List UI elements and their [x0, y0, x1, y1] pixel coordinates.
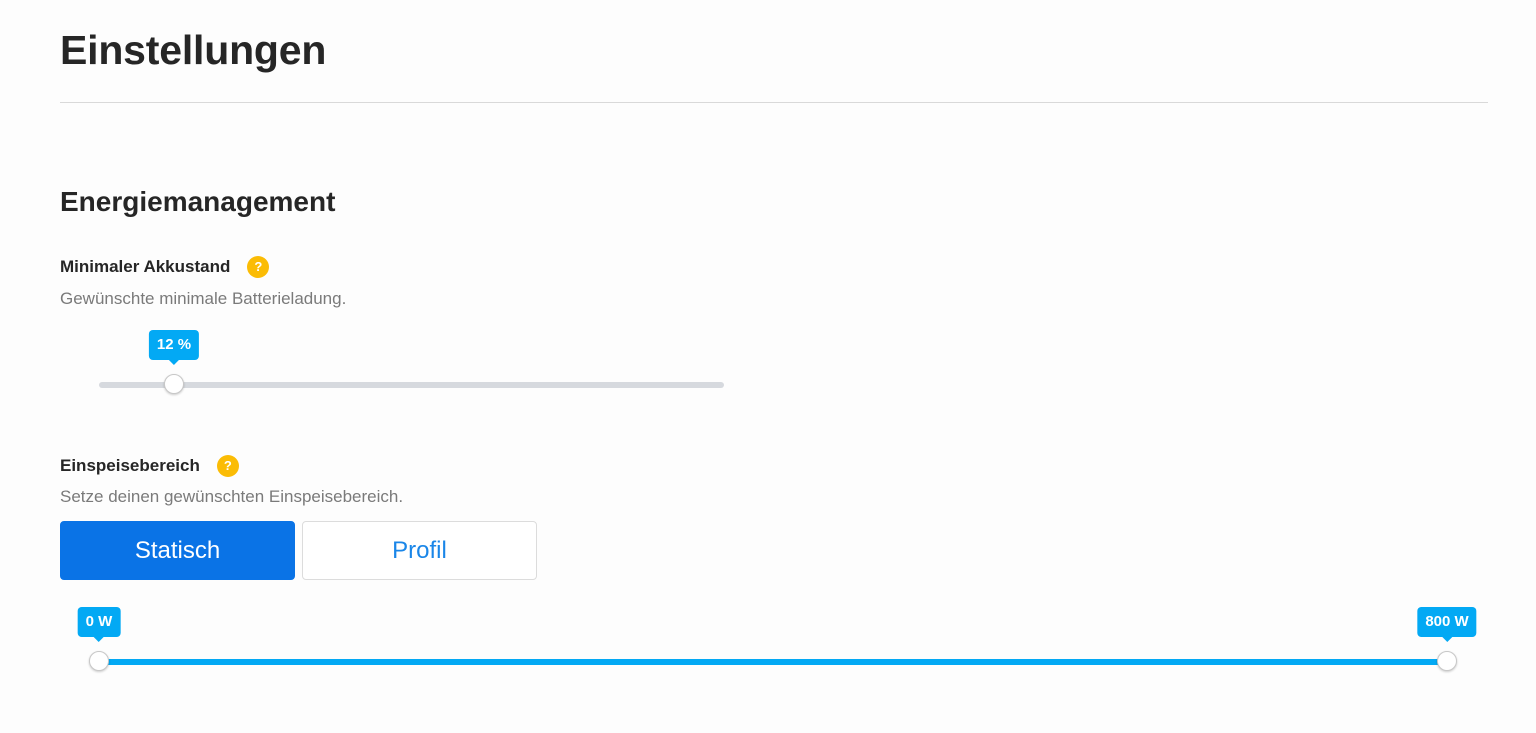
feed-in-description: Setze deinen gewünschten Einspeisebereic…	[60, 487, 404, 506]
mode-button-profil[interactable]: Profil	[302, 521, 537, 580]
min-battery-value-tooltip: 12 %	[148, 330, 200, 365]
help-icon[interactable]: ?	[247, 256, 270, 278]
feed-in-min-handle[interactable]	[89, 651, 109, 671]
feed-in-max-handle[interactable]	[1437, 651, 1457, 671]
help-icon[interactable]: ?	[216, 455, 239, 477]
mode-button-statisch[interactable]: Statisch	[60, 521, 295, 580]
slider-range-fill	[99, 659, 1447, 665]
feed-in-max-tooltip: 800 W	[1417, 607, 1477, 642]
feed-in-mode-toggle: Statisch Profil	[60, 521, 537, 580]
feed-in-label: Einspeisebereich	[60, 456, 200, 475]
min-battery-label-row: Minimaler Akkustand ?	[60, 256, 270, 278]
min-battery-slider-handle[interactable]	[164, 374, 184, 394]
settings-page: Einstellungen Energiemanagement Minimale…	[0, 0, 1536, 733]
title-divider	[60, 102, 1488, 103]
min-battery-description: Gewünschte minimale Batterieladung.	[60, 289, 347, 308]
page-title: Einstellungen	[60, 27, 327, 73]
min-battery-label: Minimaler Akkustand	[60, 257, 231, 276]
feed-in-label-row: Einspeisebereich ?	[60, 455, 239, 477]
slider-track[interactable]	[99, 382, 724, 388]
feed-in-min-tooltip: 0 W	[77, 607, 121, 642]
section-title: Energiemanagement	[60, 186, 336, 217]
